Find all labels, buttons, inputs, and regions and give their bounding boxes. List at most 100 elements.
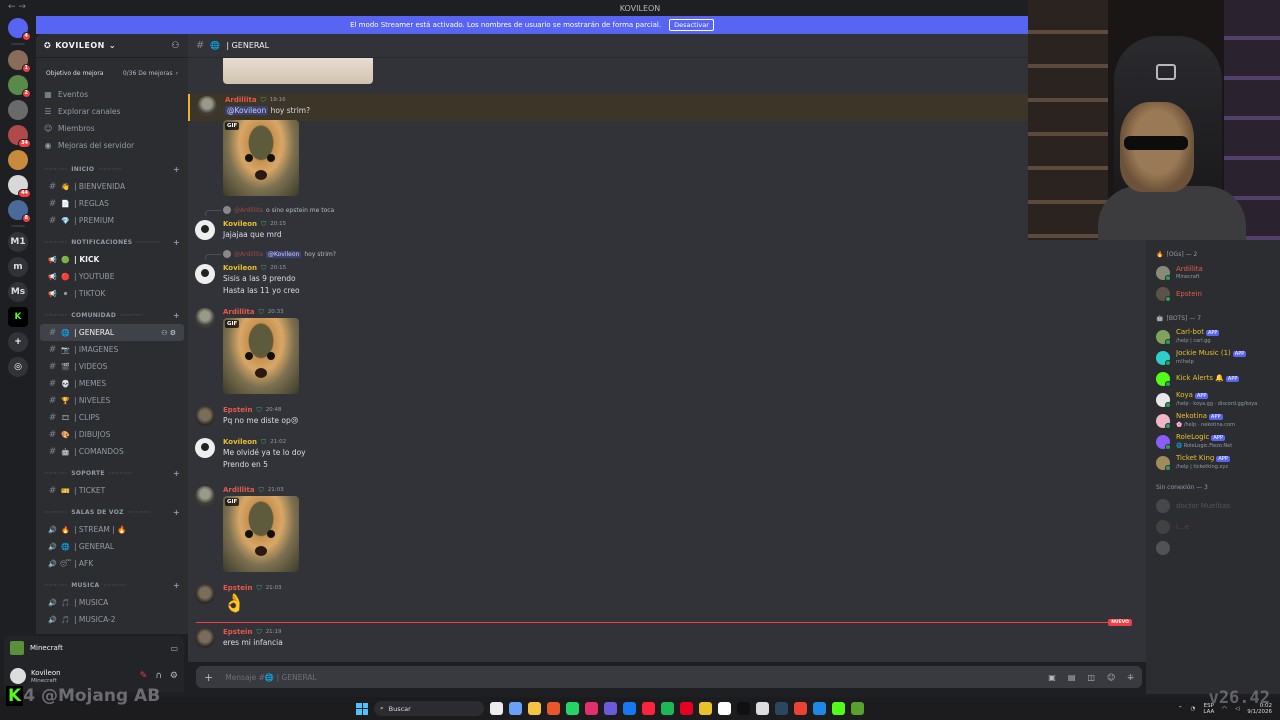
author-name[interactable]: Kovileon: [223, 264, 257, 272]
author-name[interactable]: Kovileon: [223, 438, 257, 446]
channel-2-7[interactable]: # 🤖 | COMANDOS: [40, 443, 184, 460]
network-icon[interactable]: ◔: [1191, 706, 1196, 712]
add-channel-icon[interactable]: +: [173, 469, 180, 478]
add-channel-icon[interactable]: +: [173, 238, 180, 247]
message[interactable]: Ardillita ⛉ 20:33 GIF: [188, 306, 1146, 399]
activity-bar[interactable]: Minecraft ▭: [4, 636, 184, 660]
member-item[interactable]: Kick Alerts 🔔 APP: [1146, 368, 1280, 389]
taskbar-app-icon[interactable]: [832, 702, 845, 715]
server-icon-8[interactable]: M1: [8, 232, 28, 252]
author-name[interactable]: Ardillita: [223, 308, 255, 316]
taskbar-app-icon[interactable]: [509, 702, 522, 715]
taskbar-app-icon[interactable]: [699, 702, 712, 715]
channel-2-4[interactable]: # 🏆 | NIVELES: [40, 392, 184, 409]
invite-icon[interactable]: ⚇: [171, 41, 180, 51]
server-icon-10[interactable]: Ms: [8, 282, 28, 302]
gif-attachment[interactable]: GIF: [223, 120, 299, 196]
taskbar-app-icon[interactable]: [661, 702, 674, 715]
message-list[interactable]: NUEVO Ardillita ⛉ 19:16 @Kovileon hoy strim…: [188, 58, 1146, 662]
nav-members[interactable]: ☺ Miembros: [36, 120, 188, 137]
avatar[interactable]: [195, 584, 215, 604]
member-item[interactable]: Carl-bot APP/help | carl.gg: [1146, 326, 1280, 347]
message[interactable]: @Ardillita @Kovileon hoy strim? Kovileon ⛉ 20…: [188, 250, 1146, 301]
member-item[interactable]: Epstein: [1146, 283, 1280, 304]
server-icon-12[interactable]: +: [8, 332, 28, 352]
message[interactable]: Kovileon ⛉ 21:02 Me olvidé ya te lo doy Pren…: [188, 436, 1146, 475]
server-header[interactable]: ✪ KOVILEON ⌄ ⚇: [36, 34, 188, 58]
taskbar-app-icon[interactable]: [756, 702, 769, 715]
category-salas-de-voz[interactable]: ········· SALAS DE VOZ ········· +: [36, 503, 188, 521]
emoji-icon[interactable]: ☺: [1107, 673, 1115, 682]
server-icon-9[interactable]: m: [8, 257, 28, 277]
message[interactable]: GIF: [188, 120, 1146, 202]
message[interactable]: Ardillita ⛉ 21:03 GIF: [188, 484, 1146, 577]
channel-2-6[interactable]: # 🎨 | DIBUJOS: [40, 426, 184, 443]
message[interactable]: @Ardillita o sino epstein me toca Kovileon…: [188, 206, 1146, 245]
gift-icon[interactable]: ▣: [1048, 673, 1056, 682]
server-icon-4[interactable]: 34: [8, 125, 31, 148]
member-item[interactable]: Koya APP/help · koya.gg · discord.gg/koya: [1146, 389, 1280, 410]
server-icon-6[interactable]: 44: [8, 175, 31, 198]
channel-0-2[interactable]: # 💎 | PREMIUM: [40, 212, 184, 229]
sticker-icon[interactable]: ◫: [1087, 673, 1095, 682]
gif-attachment[interactable]: GIF: [223, 318, 299, 394]
activity-options-icon[interactable]: ▭: [170, 644, 178, 653]
category-musica[interactable]: ········· MUSICA ········· +: [36, 576, 188, 594]
server-icon-13[interactable]: ◎: [8, 357, 28, 377]
author-name[interactable]: Epstein: [223, 584, 252, 592]
channel-0-0[interactable]: # 👋 | BIENVENIDA: [40, 178, 184, 195]
channel-2-1[interactable]: # 📷 | IMAGENES: [40, 341, 184, 358]
gif-attachment[interactable]: GIF: [223, 496, 299, 572]
server-icon-5[interactable]: [8, 150, 28, 170]
taskbar-app-icon[interactable]: [604, 702, 617, 715]
avatar[interactable]: [195, 264, 215, 284]
nav-calendar[interactable]: ▦ Eventos: [36, 86, 188, 103]
message[interactable]: Epstein ⛉ 20:48 Pq no me diste op😢: [188, 404, 1146, 431]
channel-2-2[interactable]: # 🎬 | VIDEOS: [40, 358, 184, 375]
author-name[interactable]: Epstein: [223, 406, 252, 414]
channel-settings-icon[interactable]: ⚇ ⚙: [161, 329, 176, 337]
chevron-up-icon[interactable]: ⌃: [1178, 706, 1183, 712]
message[interactable]: Ardillita ⛉ 19:16 @Kovileon hoy strim?: [188, 94, 1146, 121]
message-composer[interactable]: + Mensaje #🌐 | GENERAL ▣ ▤ ◫ ☺ ⁜: [196, 666, 1142, 688]
channel-2-3[interactable]: # 💀 | MEMES: [40, 375, 184, 392]
channel-2-0[interactable]: # 🌐 | GENERAL ⚇ ⚙: [40, 324, 184, 341]
history-nav-icon[interactable]: ← →: [8, 2, 26, 12]
avatar[interactable]: [197, 96, 217, 116]
member-item[interactable]: Ardillita Minecraft: [1146, 262, 1280, 283]
headphones-icon[interactable]: ∩: [155, 671, 162, 681]
taskbar-app-icon[interactable]: [718, 702, 731, 715]
previous-image-attachment[interactable]: [223, 58, 373, 84]
category-comunidad[interactable]: ········· COMUNIDAD ········· +: [36, 306, 188, 324]
gif-icon[interactable]: ▤: [1068, 673, 1076, 682]
taskbar-app-icon[interactable]: [775, 702, 788, 715]
server-icon-2[interactable]: 2: [8, 75, 31, 98]
taskbar-app-icon[interactable]: [528, 702, 541, 715]
category-inicio[interactable]: ········· INICIO ········· +: [36, 160, 188, 178]
gear-icon[interactable]: ⚙: [170, 671, 178, 681]
channel-1-1[interactable]: 📢 🔴 | YOUTUBE: [40, 268, 184, 285]
channel-3-0[interactable]: # 🎫 | TICKET: [40, 482, 184, 499]
add-channel-icon[interactable]: +: [173, 508, 180, 517]
member-item[interactable]: l...e: [1146, 516, 1280, 537]
mic-muted-icon[interactable]: ✎: [140, 671, 148, 681]
avatar[interactable]: [195, 628, 215, 648]
message[interactable]: Epstein ⛉ 21:19 eres mi infancia: [188, 626, 1146, 653]
channel-5-0[interactable]: 🔊 🎵 | MUSICA: [40, 594, 184, 611]
server-icon-3[interactable]: [8, 100, 28, 120]
add-channel-icon[interactable]: +: [173, 165, 180, 174]
channel-4-2[interactable]: 🔊 😴 | AFK: [40, 555, 184, 572]
member-item[interactable]: doctor Muelitas: [1146, 495, 1280, 516]
taskbar-app-icon[interactable]: [490, 702, 503, 715]
channel-4-1[interactable]: 🔊 🌐 | GENERAL: [40, 538, 184, 555]
taskbar-app-icon[interactable]: [813, 702, 826, 715]
server-icon-1[interactable]: 1: [8, 50, 31, 73]
message-input[interactable]: Mensaje #🌐 | GENERAL: [225, 673, 316, 682]
category-notificaciones[interactable]: ········· NOTIFICACIONES ········· +: [36, 233, 188, 251]
member-item[interactable]: Jockie Music (1) APP m!help: [1146, 347, 1280, 368]
taskbar-app-icon[interactable]: [642, 702, 655, 715]
avatar[interactable]: [195, 406, 215, 426]
avatar[interactable]: [195, 308, 215, 328]
author-name[interactable]: Kovileon: [223, 220, 257, 228]
avatar[interactable]: [195, 220, 215, 240]
